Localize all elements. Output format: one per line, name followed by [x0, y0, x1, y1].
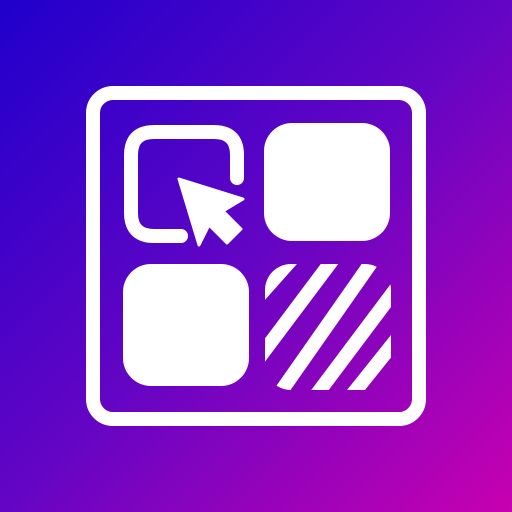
filled-tile-top-right: [264, 123, 390, 241]
app-icon-graphic: [0, 0, 512, 512]
filled-tile-bottom-left: [123, 264, 249, 386]
background: [0, 0, 512, 512]
app-icon: [0, 0, 512, 512]
